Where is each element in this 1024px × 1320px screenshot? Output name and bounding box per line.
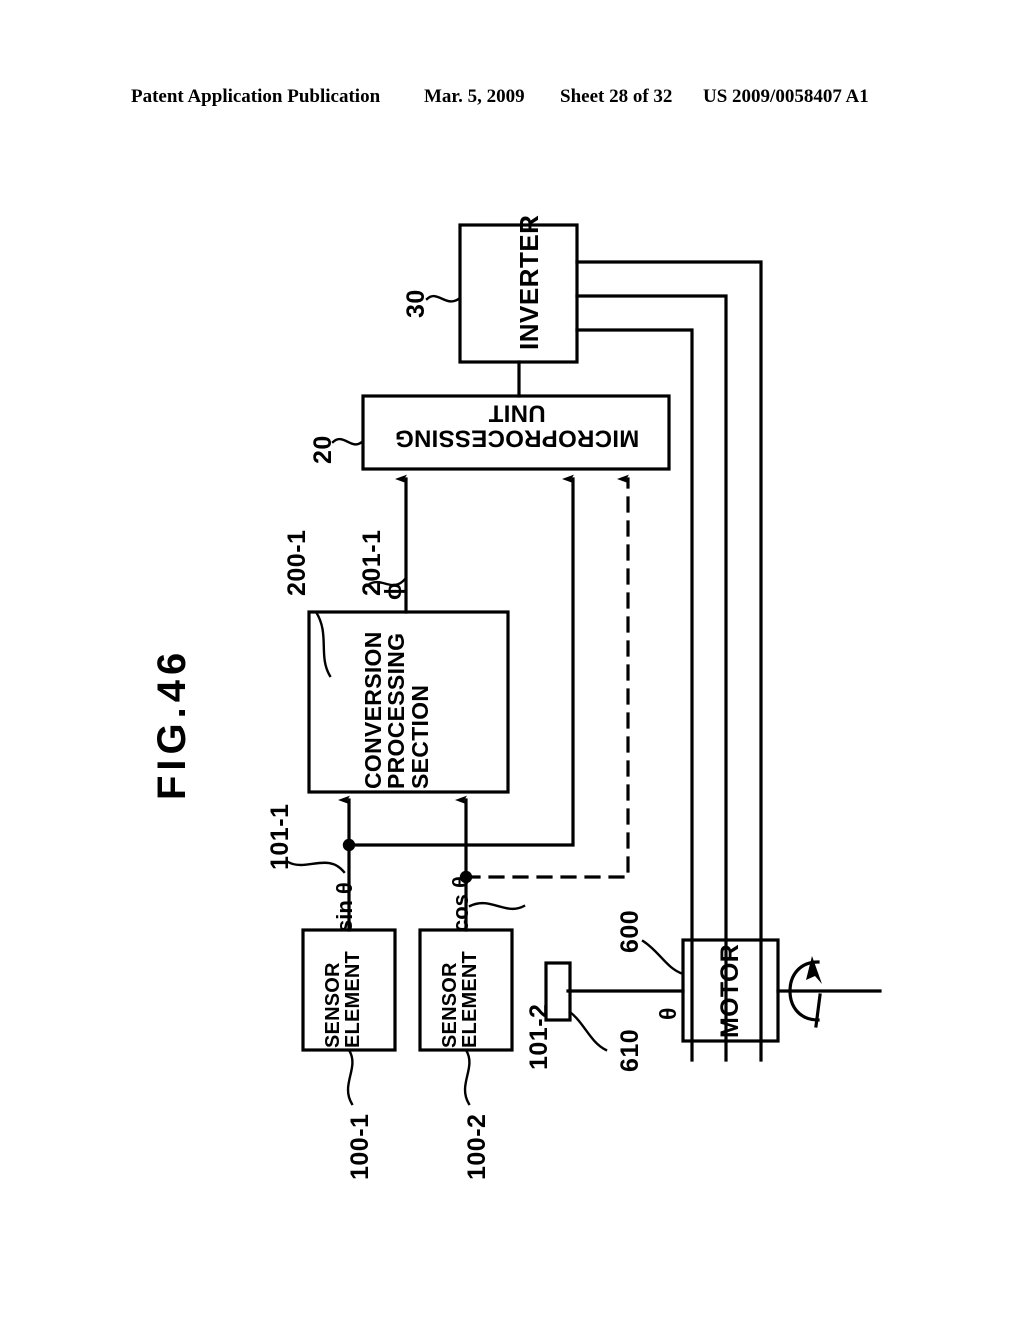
reference-numeral-20: 20 — [309, 435, 337, 464]
sensor-element-1-label: SENSOR ELEMENT — [322, 951, 365, 1048]
reference-numeral-30: 30 — [402, 289, 430, 318]
junction-dot-sin — [342, 838, 356, 852]
leader-line-100-1 — [346, 1048, 354, 1106]
microprocessing-unit-label-line1: MICROPROCESSING — [394, 424, 640, 452]
leader-line-30 — [425, 294, 462, 303]
phi-signal-label: ϕ — [380, 582, 406, 600]
reference-numeral-200-1: 200-1 — [283, 529, 311, 596]
microprocessing-unit-label-line2: UNIT — [488, 399, 546, 427]
sensor-element-2-label-line2: ELEMENT — [459, 951, 482, 1048]
conversion-label-line2: PROCESSING — [383, 632, 410, 789]
inverter-label: INVERTER — [514, 214, 544, 350]
leader-line-600 — [641, 939, 685, 976]
reference-numeral-100-2: 100-2 — [463, 1113, 491, 1180]
leader-line-101-1 — [286, 860, 346, 874]
rotation-arrow-head — [806, 956, 822, 984]
conversion-processing-section-label: CONVERSION PROCESSING SECTION — [360, 631, 433, 789]
cos-theta-branch-to-mpu — [464, 474, 630, 879]
figure-title: FIG.46 — [150, 647, 194, 800]
conversion-label-line3: SECTION — [406, 684, 433, 789]
sensor-element-1-label-line1: SENSOR — [322, 962, 344, 1048]
patent-figure: FIG.46 INVERTER MICROPROCESSING UNIT CON… — [0, 0, 1024, 1320]
theta-label: θ — [655, 1007, 681, 1020]
microprocessing-unit-label: MICROPROCESSING UNIT — [372, 399, 662, 452]
reference-numeral-610: 610 — [616, 1028, 644, 1072]
leader-line-20 — [331, 437, 365, 446]
reference-numeral-100-1: 100-1 — [346, 1113, 374, 1180]
leader-line-610 — [568, 1010, 608, 1052]
sin-theta-label: sin θ — [332, 882, 357, 932]
reference-numeral-101-2: 101-2 — [525, 1003, 553, 1070]
conversion-label-line1: CONVERSION — [360, 631, 386, 789]
reference-numeral-101-1: 101-1 — [266, 803, 294, 870]
cos-theta-label: cos θ — [448, 876, 473, 932]
motor-label: MOTOR — [716, 943, 744, 1038]
leader-line-101-2 — [468, 901, 526, 911]
sensor-element-1-label-line2: ELEMENT — [342, 951, 365, 1048]
leader-line-200-1 — [314, 610, 332, 678]
sensor-element-2-label-line1: SENSOR — [439, 962, 461, 1048]
leader-line-100-2 — [463, 1048, 471, 1106]
sensor-element-2-label: SENSOR ELEMENT — [439, 951, 482, 1048]
reference-numeral-600: 600 — [616, 909, 644, 953]
